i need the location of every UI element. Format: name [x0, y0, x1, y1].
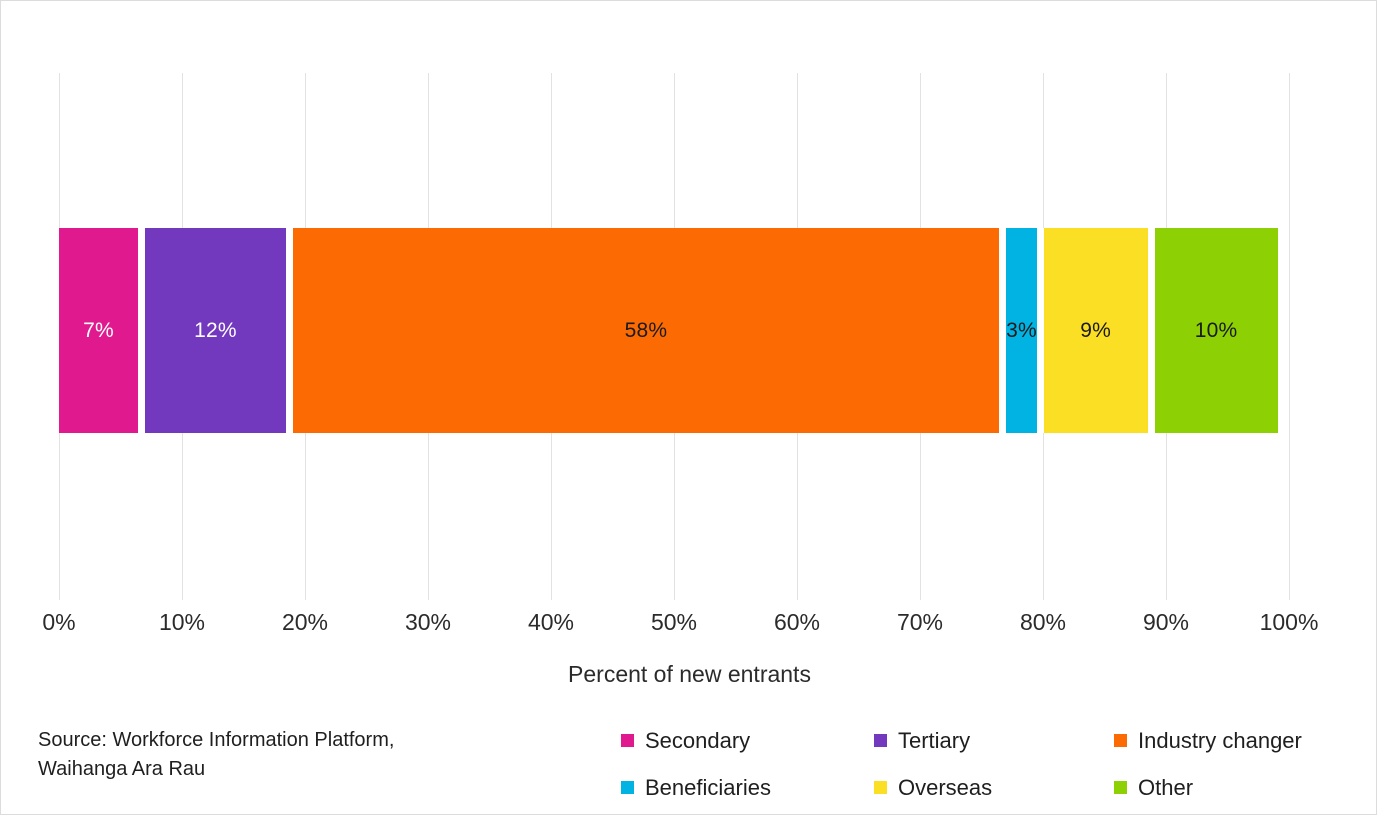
bar-segment-overseas[interactable]: 9%	[1043, 228, 1155, 433]
legend-label: Overseas	[898, 774, 993, 800]
legend-swatch-icon	[1114, 781, 1127, 794]
x-tick-label-80: 80%	[1019, 609, 1067, 635]
bar-value-label: 12%	[194, 319, 237, 342]
x-tick-label-40: 40%	[527, 609, 575, 635]
chart-legend: Secondary Tertiary Industry changer Benefic…	[621, 717, 1361, 811]
x-tick-label-60: 60%	[773, 609, 821, 635]
bar-segment-secondary[interactable]: 7%	[59, 228, 146, 433]
legend-item-tertiary[interactable]: Tertiary	[874, 728, 1114, 754]
x-tick-label-70: 70%	[896, 609, 944, 635]
x-tick-label-100: 100%	[1259, 609, 1319, 635]
legend-swatch-icon	[874, 734, 887, 747]
legend-item-industry-changer[interactable]: Industry changer	[1114, 728, 1361, 754]
legend-label: Secondary	[645, 727, 751, 753]
legend-swatch-icon	[621, 781, 634, 794]
bar-value-label: 9%	[1080, 319, 1112, 342]
legend-label: Beneficiaries	[645, 774, 771, 800]
bar-segment-industry-changer[interactable]: 58%	[292, 228, 1007, 433]
legend-swatch-icon	[874, 781, 887, 794]
legend-item-overseas[interactable]: Overseas	[874, 775, 1114, 801]
bar-segment-other[interactable]: 10%	[1154, 228, 1278, 433]
x-tick-label-10: 10%	[158, 609, 206, 635]
x-tick-label-30: 30%	[404, 609, 452, 635]
x-tick-label-0: 0%	[42, 609, 76, 635]
x-axis-tick-labels: 0% 10% 20% 30% 40% 50% 60% 70% 80% 90% 100%	[42, 609, 1318, 643]
legend-label: Other	[1138, 774, 1194, 800]
bar-segment-tertiary[interactable]: 12%	[145, 228, 293, 433]
legend-swatch-icon	[1114, 734, 1127, 747]
x-tick-label-50: 50%	[650, 609, 698, 635]
legend-label: Industry changer	[1138, 727, 1302, 753]
bar-segment-beneficiaries[interactable]: 3%	[1006, 228, 1044, 433]
legend-label: Tertiary	[898, 727, 971, 753]
source-note-line-1: Source: Workforce Information Platform,	[38, 729, 395, 751]
legend-item-beneficiaries[interactable]: Beneficiaries	[621, 775, 874, 801]
legend-item-other[interactable]: Other	[1114, 775, 1361, 801]
plot-area: 7% 12% 58% 3% 9% 10%	[59, 73, 1290, 600]
legend-swatch-icon	[621, 734, 634, 747]
gridline-100	[1289, 73, 1290, 600]
chart-canvas: 7% 12% 58% 3% 9% 10% 0% 10% 20% 30% 40% 50% 60% 70% 8…	[0, 0, 1377, 815]
bar-value-label: 10%	[1194, 319, 1238, 342]
legend-item-secondary[interactable]: Secondary	[621, 728, 874, 754]
bar-value-label: 58%	[624, 319, 668, 342]
x-tick-label-20: 20%	[281, 609, 329, 635]
x-axis-title: Percent of new entrants	[568, 661, 811, 687]
bar-value-label: 7%	[83, 319, 114, 342]
stacked-bar-series: 7% 12% 58% 3% 9% 10%	[59, 228, 1289, 433]
x-tick-label-90: 90%	[1142, 609, 1190, 635]
source-note: Source: Workforce Information Platform, …	[38, 726, 468, 784]
bar-value-label: 3%	[1006, 319, 1037, 342]
source-note-line-2: Waihanga Ara Rau	[38, 758, 206, 780]
